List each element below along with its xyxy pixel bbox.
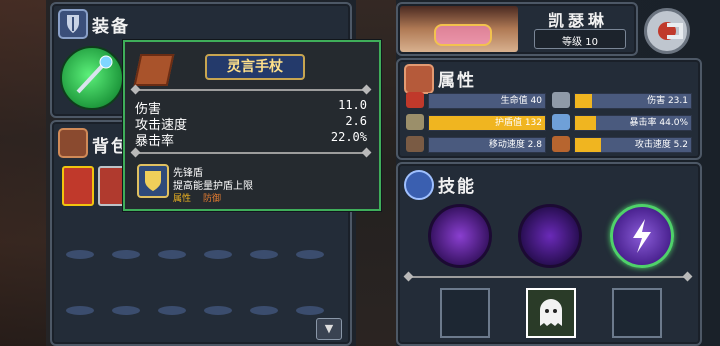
- lightning-icon: [633, 219, 651, 253]
- skill-orb-lightning[interactable]: [610, 204, 674, 268]
- inventory-slot[interactable]: [66, 250, 94, 259]
- inventory-slot[interactable]: [296, 250, 324, 259]
- ghost-icon: [540, 299, 562, 326]
- item-tooltip: 灵言手杖 伤害 11.0 攻击速度 2.6 暴击率 22.0% 先锋盾 提高能量…: [123, 40, 381, 211]
- equipment-title: 装备: [92, 17, 130, 37]
- attribute-label: 护盾值 132: [494, 118, 542, 128]
- scroll-down-button[interactable]: ▼: [316, 318, 342, 340]
- stat-value: 11.0: [338, 98, 367, 112]
- tooltip-divider-top: [135, 89, 367, 91]
- level-badge: 等级 10: [534, 29, 626, 49]
- stat-label: 暴击率: [135, 134, 175, 149]
- attribute-bar-fill: [575, 138, 601, 152]
- attribute-bar: 伤害 23.1: [574, 93, 692, 109]
- skills-panel: 技能: [396, 162, 702, 346]
- attribute-row-shield: 护盾值 132: [406, 114, 546, 131]
- down-arrow-icon: ▼: [324, 322, 334, 335]
- inventory-slot[interactable]: [158, 306, 186, 315]
- attribute-row-attack-speed: 攻击速度 5.2: [552, 136, 692, 153]
- inventory-slot[interactable]: [66, 306, 94, 315]
- character-portrait: [400, 6, 518, 52]
- level-label: 等级 10: [562, 37, 598, 48]
- boot-icon: [406, 136, 424, 152]
- eye-icon: [552, 114, 570, 130]
- skill-orb-burst[interactable]: [518, 204, 582, 268]
- exit-arrow-icon: [658, 22, 683, 40]
- gauntlet-icon: [552, 136, 570, 152]
- heart-icon: [406, 92, 424, 108]
- item-name-banner: 灵言手杖: [205, 54, 305, 80]
- attribute-body-icon: [404, 64, 434, 94]
- shield-icon: [145, 171, 161, 191]
- skills-divider: [408, 276, 688, 278]
- perk-icon: [137, 164, 169, 198]
- attribute-bar: 生命值 40: [428, 93, 546, 109]
- tooltip-item-icon: [133, 54, 175, 86]
- skill-slot-scream[interactable]: [612, 288, 662, 338]
- portrait-glasses: [434, 24, 492, 46]
- shield-icon: [406, 114, 424, 130]
- background-left: [0, 0, 46, 346]
- perk-tag-attribute: 属性: [173, 194, 192, 204]
- weapon-slot[interactable]: [60, 46, 124, 110]
- sword-icon: [552, 92, 570, 108]
- inventory-item[interactable]: [62, 166, 94, 206]
- attribute-row-crit: 暴击率 44.0%: [552, 114, 692, 131]
- inventory-slot[interactable]: [296, 306, 324, 315]
- inventory-slot[interactable]: [250, 306, 278, 315]
- attribute-bar-fill: [575, 94, 593, 108]
- inventory-slot[interactable]: [204, 250, 232, 259]
- attribute-bar: 移动速度 2.8: [428, 137, 546, 153]
- attribute-label: 暴击率 44.0%: [629, 118, 688, 128]
- attribute-bar: 护盾值 132: [428, 115, 546, 131]
- character-panel: 凯瑟琳 等级 10: [396, 2, 638, 56]
- skill-slot-dash[interactable]: [440, 288, 490, 338]
- stat-value: 22.0%: [330, 130, 367, 144]
- attributes-panel: 属性 生命值 40 伤害 23.1 护盾值 132 暴击率 44.0% 移动速度…: [396, 58, 702, 160]
- exit-button[interactable]: [644, 8, 690, 54]
- inventory-slot[interactable]: [112, 250, 140, 259]
- attribute-bar: 攻击速度 5.2: [574, 137, 692, 153]
- item-name: 灵言手杖: [227, 59, 283, 75]
- lightning-badge-icon: [404, 170, 434, 200]
- skill-orb-shadow[interactable]: [428, 204, 492, 268]
- character-name: 凯瑟琳: [547, 11, 608, 30]
- staff-icon: [76, 55, 113, 94]
- attribute-bar-fill: [575, 116, 596, 130]
- attribute-row-damage: 伤害 23.1: [552, 92, 692, 109]
- inventory-slot[interactable]: [250, 250, 278, 259]
- attribute-label: 移动速度 2.8: [488, 140, 542, 150]
- inventory-slot[interactable]: [112, 306, 140, 315]
- perk-tag-defense: 防御: [203, 194, 222, 204]
- attribute-label: 攻击速度 5.2: [634, 140, 688, 150]
- skill-slot-ghost[interactable]: [526, 288, 576, 338]
- inventory-slot[interactable]: [158, 250, 186, 259]
- attribute-bar: 暴击率 44.0%: [574, 115, 692, 131]
- game-screen: 装备 背包 ▼ 灵言手杖 伤害 11.0 攻击速度 2.6 暴击率 22.0% …: [0, 0, 720, 346]
- stat-value: 2.6: [345, 114, 367, 128]
- perk-description: 提高能量护盾上限: [173, 181, 253, 192]
- skills-title: 技能: [438, 177, 476, 197]
- backpack-icon: [58, 128, 88, 158]
- attribute-row-move-speed: 移动速度 2.8: [406, 136, 546, 153]
- attribute-label: 伤害 23.1: [647, 96, 688, 106]
- attribute-row-hp: 生命值 40: [406, 92, 546, 109]
- inventory-slot[interactable]: [204, 306, 232, 315]
- equipment-icon: [58, 9, 88, 39]
- tooltip-divider-mid: [135, 152, 367, 154]
- attributes-title: 属性: [438, 71, 476, 91]
- attribute-label: 生命值 40: [500, 96, 542, 106]
